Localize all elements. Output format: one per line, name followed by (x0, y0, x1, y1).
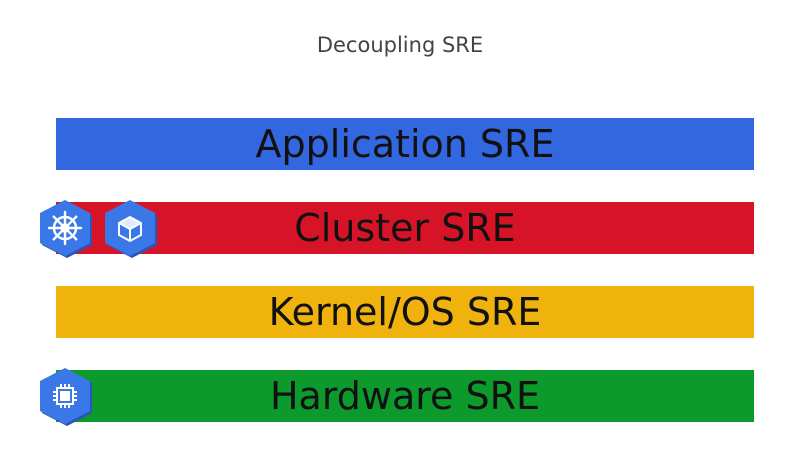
layer-label: Kernel/OS SRE (268, 290, 542, 334)
layer-label: Application SRE (255, 122, 555, 166)
layer-hardware-sre: Hardware SRE (56, 370, 754, 422)
container-cube-icon (101, 198, 159, 258)
kubernetes-helm-icon (36, 198, 94, 258)
slide-title: Decoupling SRE (316, 33, 484, 57)
layer-application-sre: Application SRE (56, 118, 754, 170)
layer-kernel-os-sre: Kernel/OS SRE (56, 286, 754, 338)
layer-label: Cluster SRE (294, 206, 516, 250)
layer-cluster-sre: Cluster SRE (56, 202, 754, 254)
layer-label: Hardware SRE (269, 374, 541, 418)
cpu-chip-icon (36, 366, 94, 426)
